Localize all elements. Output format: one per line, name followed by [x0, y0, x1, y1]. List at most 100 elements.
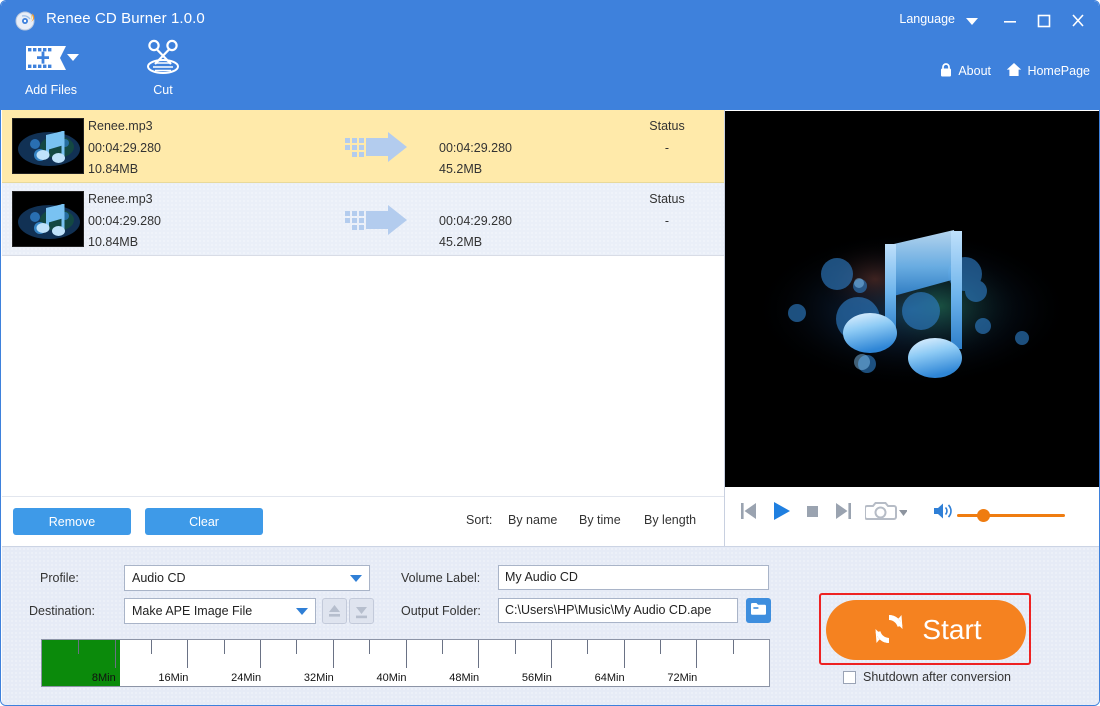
close-icon[interactable]	[1065, 9, 1091, 31]
speaker-icon[interactable]	[932, 499, 954, 528]
capacity-major-tick	[405, 640, 407, 668]
cd-burn-icon	[14, 9, 38, 33]
capacity-major-tick	[332, 640, 334, 668]
skip-next-icon[interactable]	[833, 499, 857, 528]
browse-folder-button[interactable]	[746, 598, 771, 623]
capacity-minor-tick	[151, 640, 153, 654]
remove-button[interactable]: Remove	[13, 508, 131, 535]
table-row[interactable]: Renee.mp3 00:04:29.280 10.84MB 00:04:29.280…	[2, 110, 724, 183]
chevron-down-icon	[350, 575, 362, 582]
volume-label-label: Volume Label:	[401, 571, 481, 585]
start-label: Start	[922, 614, 982, 645]
capacity-minor-tick	[732, 640, 734, 654]
destination-select[interactable]: Make APE Image File	[124, 598, 316, 624]
status-header: Status	[649, 192, 685, 206]
capacity-major-tick	[114, 640, 116, 668]
file-name: Renee.mp3	[88, 192, 153, 206]
chevron-down-icon	[296, 608, 308, 615]
table-row[interactable]: Renee.mp3 00:04:29.280 10.84MB 00:04:29.280…	[2, 183, 724, 256]
capacity-minor-tick	[587, 640, 589, 654]
capacity-bar[interactable]: 8Min 16Min 24Min 32Min 40Min 48Min 56Min 64Min 7…	[41, 639, 770, 687]
capacity-tick-label: 8Min	[91, 672, 116, 684]
file-list[interactable]: Renee.mp3 00:04:29.280 10.84MB 00:04:29.280…	[2, 110, 724, 496]
app-window: Renee CD Burner 1.0.0 Language Add Files…	[0, 0, 1100, 706]
destination-label: Destination:	[29, 604, 96, 618]
eject-up-icon[interactable]	[322, 598, 347, 624]
status-badge: -	[664, 141, 670, 155]
about-label: About	[958, 64, 991, 78]
volume-label-field[interactable]: My Audio CD	[498, 565, 769, 590]
capacity-major-tick	[187, 640, 189, 668]
stop-icon[interactable]	[802, 499, 824, 528]
language-selector[interactable]: Language	[899, 12, 955, 26]
capacity-major-tick	[478, 640, 480, 668]
start-button[interactable]: Start	[826, 600, 1026, 660]
about-link[interactable]: About	[939, 62, 991, 80]
play-icon[interactable]	[769, 499, 793, 528]
skip-previous-icon[interactable]	[735, 499, 759, 528]
capacity-major-tick	[623, 640, 625, 668]
sort-by-time-option[interactable]: By time	[579, 513, 621, 527]
player-controls	[725, 487, 1099, 546]
app-title: Renee CD Burner 1.0.0	[46, 10, 205, 27]
capacity-minor-tick	[223, 640, 225, 654]
title-bar: Renee CD Burner 1.0.0 Language Add Files…	[1, 1, 1099, 110]
homepage-label: HomePage	[1027, 64, 1090, 78]
output-folder-label: Output Folder:	[401, 604, 481, 618]
file-name: Renee.mp3	[88, 119, 153, 133]
output-duration: 00:04:29.280	[439, 141, 512, 155]
profile-value: Audio CD	[132, 571, 186, 585]
volume-slider-handle[interactable]	[977, 509, 990, 522]
capacity-major-tick	[550, 640, 552, 668]
checkbox-box[interactable]	[843, 670, 856, 684]
volume-slider-track[interactable]	[957, 514, 1065, 517]
convert-arrow-icon	[345, 130, 409, 164]
capacity-tick-label: 40Min	[376, 672, 407, 684]
add-files-button[interactable]: Add Files	[6, 39, 96, 97]
output-size: 45.2MB	[439, 235, 483, 249]
camera-icon[interactable]	[864, 499, 908, 528]
shutdown-after-conversion-checkbox[interactable]: Shutdown after conversion	[843, 670, 1011, 684]
profile-label: Profile:	[40, 571, 79, 585]
profile-select[interactable]: Audio CD	[124, 565, 370, 591]
preview-panel[interactable]	[725, 111, 1099, 487]
destination-value: Make APE Image File	[132, 604, 253, 618]
add-film-icon	[6, 39, 96, 77]
minimize-icon[interactable]	[997, 9, 1023, 31]
maximize-icon[interactable]	[1031, 9, 1057, 31]
capacity-minor-tick	[369, 640, 371, 654]
capacity-tick-label: 56Min	[521, 672, 552, 684]
capacity-minor-tick	[296, 640, 298, 654]
music-note-artwork	[725, 111, 1099, 487]
capacity-tick-label: 24Min	[231, 672, 262, 684]
chevron-down-icon[interactable]	[964, 13, 980, 29]
status-badge: -	[664, 214, 670, 228]
start-button-highlight: Start	[819, 593, 1031, 665]
sort-label: Sort:	[466, 513, 493, 527]
add-files-label: Add Files	[24, 83, 78, 97]
convert-arrow-icon	[345, 203, 409, 237]
capacity-tick-label: 64Min	[594, 672, 625, 684]
lock-icon	[939, 62, 953, 80]
file-size: 10.84MB	[88, 235, 139, 249]
homepage-link[interactable]: HomePage	[1006, 62, 1090, 80]
home-icon	[1006, 62, 1022, 80]
capacity-minor-tick	[659, 640, 661, 654]
capacity-tick-label: 72Min	[667, 672, 698, 684]
capacity-tick-label: 16Min	[158, 672, 189, 684]
output-folder-field[interactable]: C:\Users\HP\Music\My Audio CD.ape	[498, 598, 738, 623]
output-size: 45.2MB	[439, 162, 483, 176]
sort-by-length-option[interactable]: By length	[644, 513, 696, 527]
volume-label-value: My Audio CD	[505, 570, 578, 584]
eject-down-icon[interactable]	[349, 598, 374, 624]
sort-by-name-option[interactable]: By name	[508, 513, 557, 527]
scissors-icon	[118, 39, 208, 77]
capacity-major-tick	[260, 640, 262, 668]
capacity-tick-label: 48Min	[449, 672, 480, 684]
cut-button[interactable]: Cut	[118, 39, 208, 97]
cut-label: Cut	[153, 83, 173, 97]
clear-button[interactable]: Clear	[145, 508, 263, 535]
music-note-thumbnail	[12, 118, 84, 174]
shutdown-label: Shutdown after conversion	[863, 670, 1012, 684]
capacity-tick-label: 32Min	[303, 672, 334, 684]
